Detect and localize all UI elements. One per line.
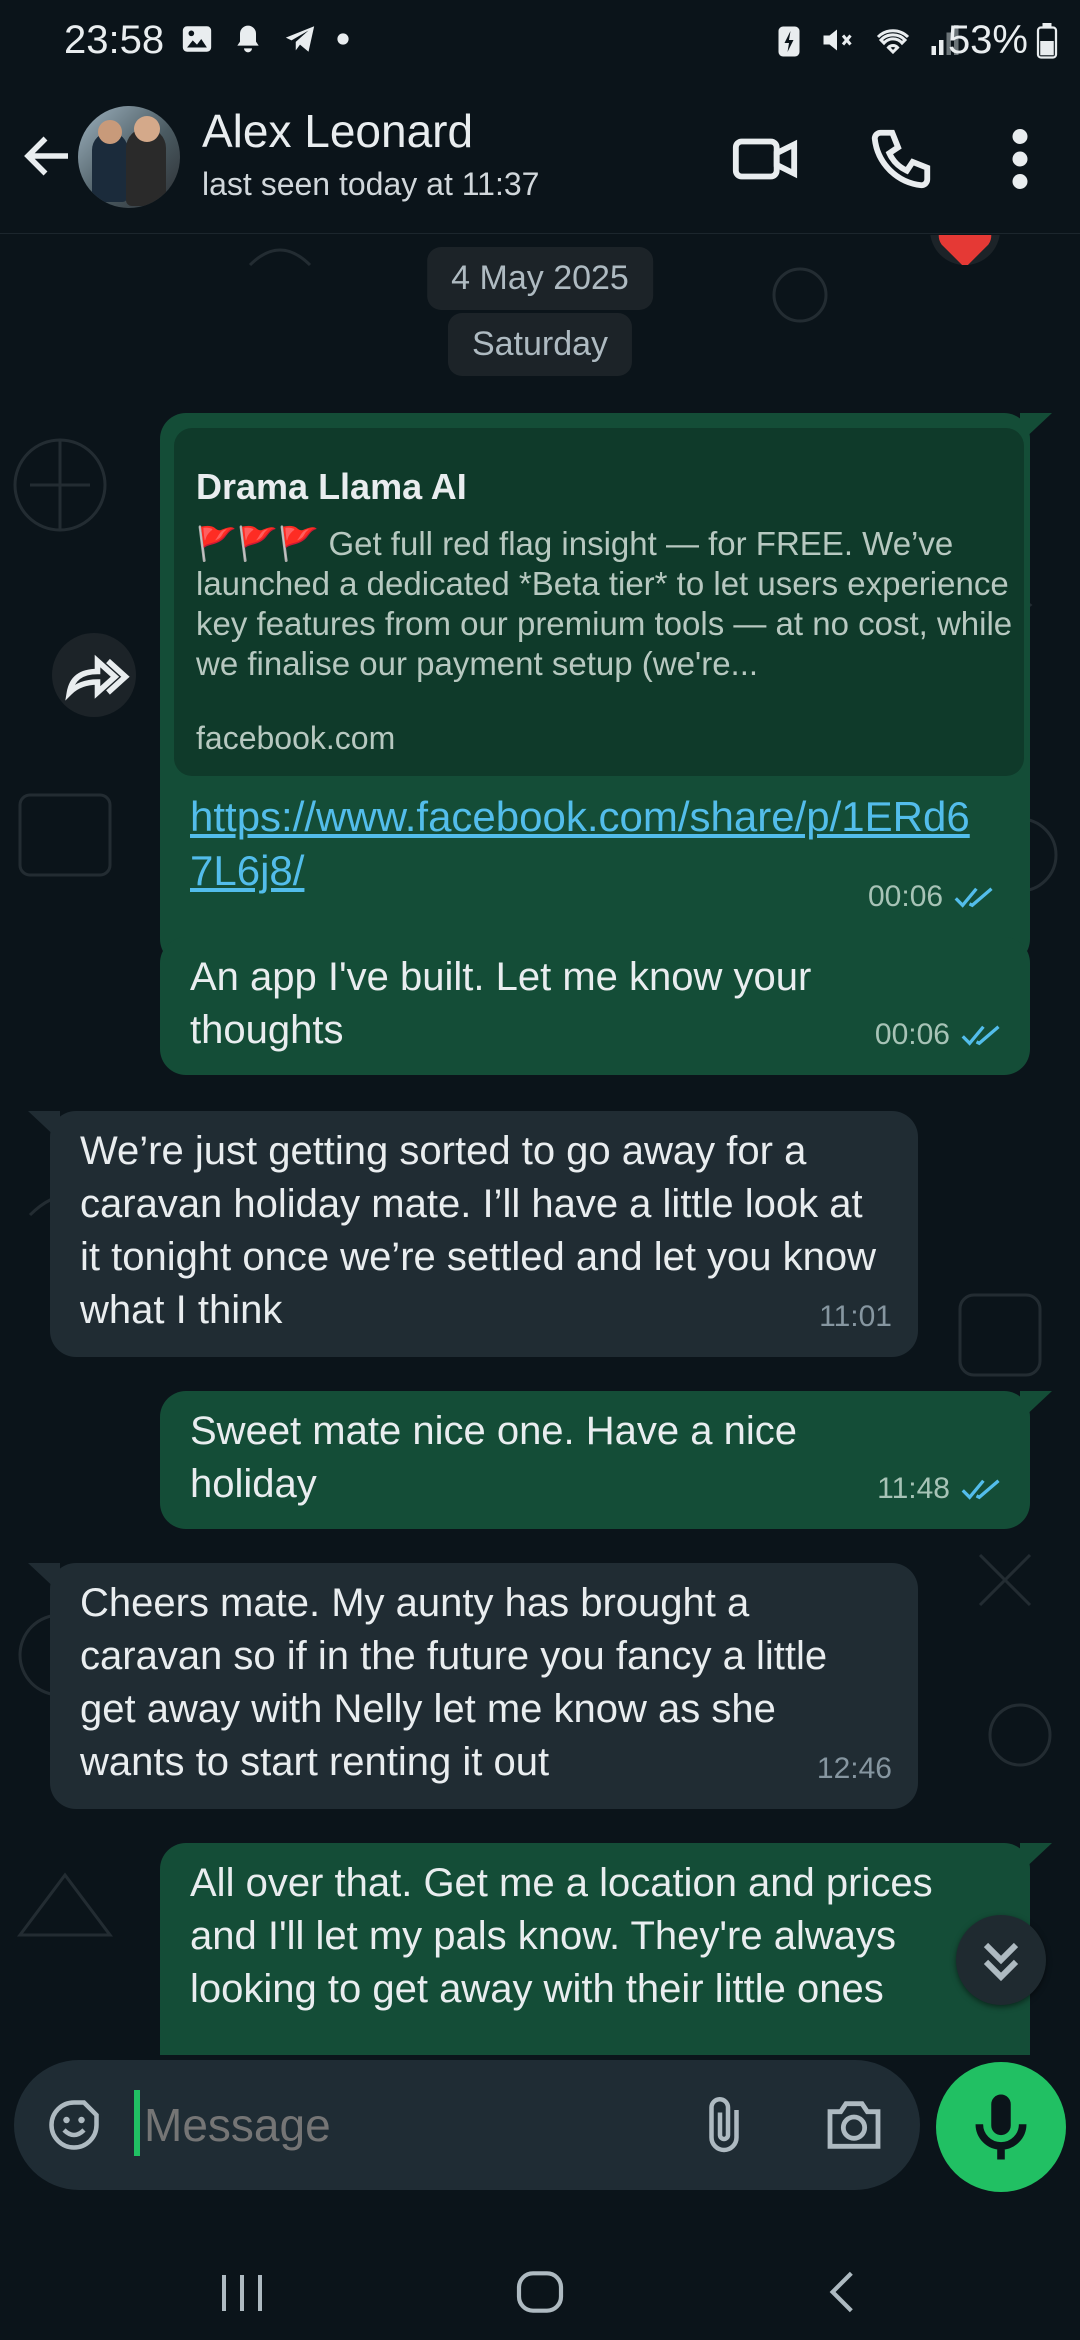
read-receipt-icon	[961, 1024, 1000, 1046]
date-separator: 4 May 2025	[427, 247, 653, 310]
chat-header: Alex Leonard last seen today at 11:37	[0, 84, 1080, 234]
microphone-icon	[975, 2094, 1027, 2160]
camera-icon[interactable]	[822, 2095, 886, 2155]
telegram-icon	[285, 26, 315, 52]
scroll-to-bottom-button[interactable]	[956, 1915, 1046, 2005]
message-time: 11:48	[877, 1472, 950, 1505]
link-preview-title: Drama Llama AI	[196, 466, 467, 507]
recent-apps-icon[interactable]	[212, 2268, 272, 2318]
message-time: 12:46	[816, 1752, 892, 1785]
message-input[interactable]	[144, 2098, 664, 2152]
day-separator: Saturday	[447, 313, 633, 376]
battery-indicator: 53%	[948, 18, 1058, 63]
message-bubble-incoming[interactable]: We’re just getting sorted to go away for…	[28, 1111, 918, 1357]
link-preview-description: 🚩🚩🚩 Get full red flag insight — for FREE…	[196, 524, 1016, 684]
message-text: All over that. Get me a location and pri…	[190, 1861, 933, 2011]
video-call-icon[interactable]	[730, 124, 800, 194]
message-bubble-outgoing[interactable]: Sweet mate nice one. Have a nice holiday…	[160, 1391, 1052, 1529]
message-bubble-incoming[interactable]: Cheers mate. My aunty has brought a cara…	[28, 1563, 918, 1809]
status-bar: 23:58 53%	[0, 0, 1080, 84]
message-text: Sweet mate nice one. Have a nice holiday	[190, 1409, 798, 1506]
phone-icon[interactable]	[866, 124, 936, 194]
link-preview-card[interactable]: Drama Llama AI 🚩🚩🚩 Get full red flag ins…	[174, 428, 1024, 776]
reaction-heart[interactable]	[930, 235, 1000, 268]
message-text: We’re just getting sorted to go away for…	[80, 1129, 877, 1332]
message-text: An app I've built. Let me know your thou…	[190, 955, 812, 1052]
system-navigation-bar	[0, 2210, 1080, 2340]
battery-percent: 53%	[947, 18, 1028, 62]
forward-icon	[65, 654, 130, 701]
nav-back-icon[interactable]	[818, 2264, 868, 2320]
text-cursor	[134, 2090, 140, 2156]
message-meta: 00:06	[868, 880, 997, 914]
system-icons	[776, 22, 960, 58]
message-text: Cheers mate. My aunty has brought a cara…	[80, 1581, 828, 1784]
read-receipt-icon	[961, 1478, 1000, 1500]
message-time: 11:01	[819, 1300, 892, 1333]
message-time: 00:06	[874, 1018, 950, 1051]
back-arrow-icon[interactable]	[18, 126, 78, 186]
message-bubble-outgoing[interactable]: All over that. Get me a location and pri…	[160, 1843, 1052, 2055]
link-preview-domain: facebook.com	[196, 720, 396, 756]
sticker-emoji-icon[interactable]	[44, 2095, 104, 2155]
link-preview-description-text: Get full red flag insight — for FREE. We…	[196, 525, 1013, 682]
avatar[interactable]	[78, 106, 180, 208]
notification-icons	[180, 22, 350, 56]
voice-message-button[interactable]	[936, 2062, 1066, 2192]
last-seen-status: last seen today at 11:37	[202, 166, 540, 202]
double-chevron-down-icon	[983, 1942, 1019, 1982]
message-bubble-outgoing[interactable]: An app I've built. Let me know your thou…	[160, 937, 1030, 1075]
paperclip-icon[interactable]	[694, 2092, 754, 2158]
read-receipt-icon	[954, 887, 993, 908]
status-time: 23:58	[64, 18, 165, 62]
red-flag-icons: 🚩🚩🚩	[196, 525, 320, 562]
dot-icon	[337, 33, 349, 45]
battery-icon	[1036, 22, 1058, 59]
bell-icon	[237, 25, 259, 53]
contact-name[interactable]: Alex Leonard	[202, 104, 473, 158]
battery-saver-icon	[778, 26, 800, 57]
home-icon[interactable]	[510, 2264, 570, 2320]
chat-area[interactable]: 4 May 2025 Saturday Drama Llama AI 🚩🚩🚩 G…	[0, 235, 1080, 2055]
mute-icon	[823, 29, 852, 51]
forward-button[interactable]	[52, 633, 136, 717]
more-options-icon[interactable]	[1000, 124, 1040, 194]
gallery-icon	[182, 26, 212, 52]
message-time: 00:06	[868, 880, 944, 913]
wifi-icon	[876, 29, 910, 55]
